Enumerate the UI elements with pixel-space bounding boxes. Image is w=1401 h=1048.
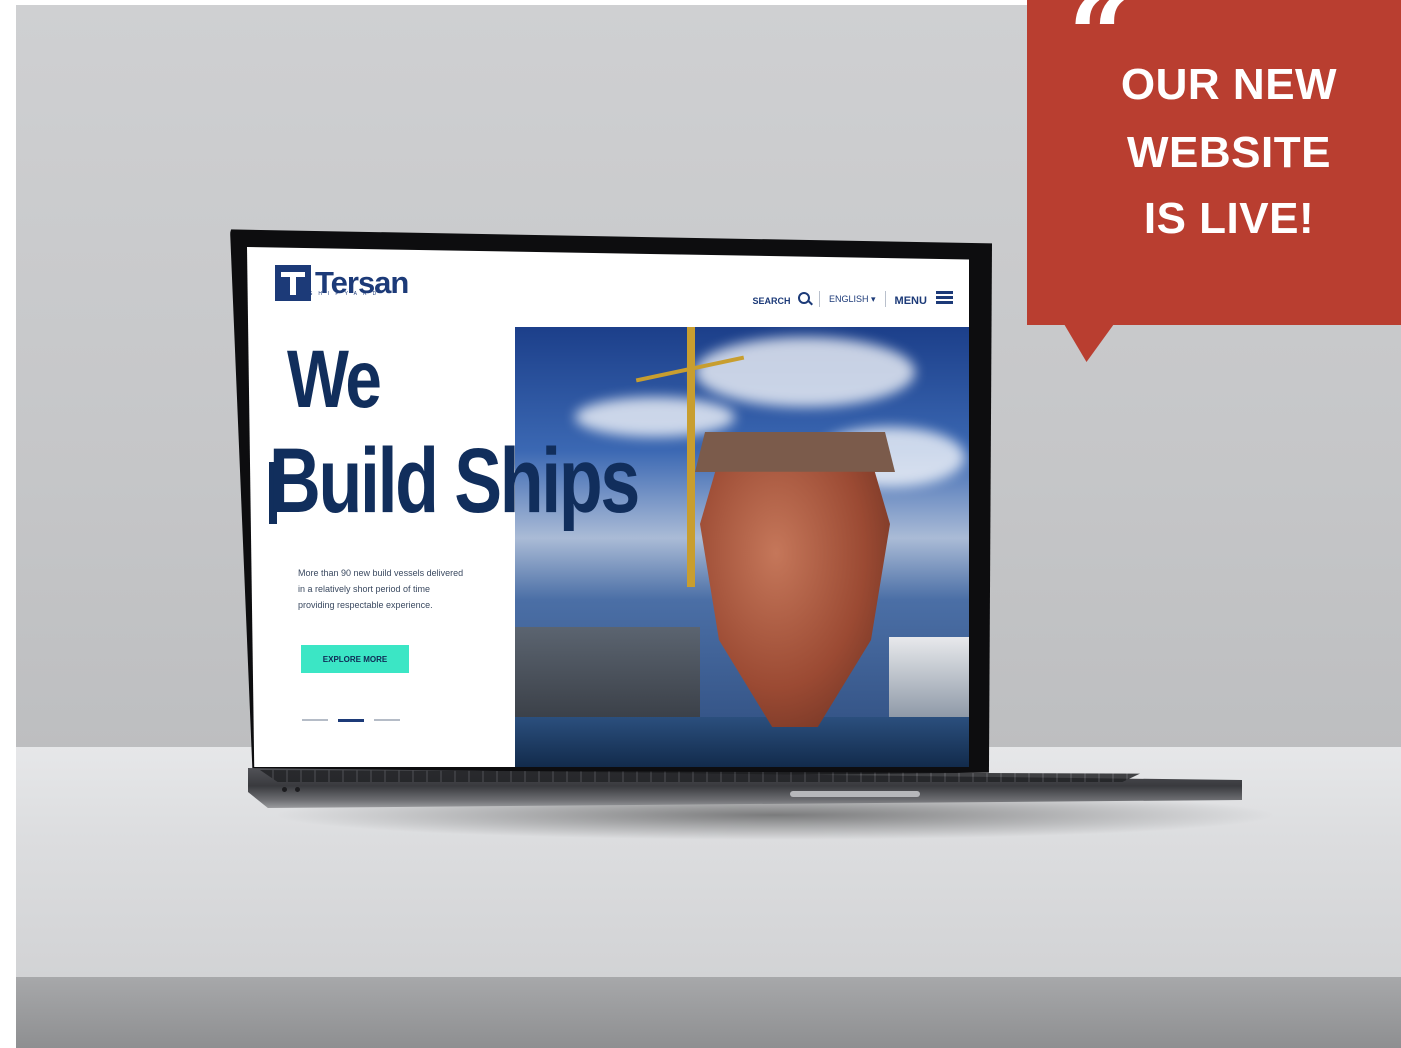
usb-port-icon — [282, 787, 287, 792]
callout-line-2: WEBSITE — [1127, 128, 1331, 177]
harbor-water — [515, 717, 969, 767]
ship-hull — [700, 471, 890, 727]
hero-headline-line1: We — [287, 334, 382, 425]
search-icon — [797, 292, 810, 304]
chevron-down-icon: ▾ — [871, 293, 876, 304]
explore-more-button[interactable]: EXPLORE MORE — [301, 645, 409, 673]
search-button[interactable]: SEARCH — [752, 292, 810, 306]
slider-dot[interactable] — [302, 719, 328, 721]
slider-dot-active[interactable] — [338, 719, 364, 722]
slider-indicators — [302, 719, 400, 722]
menu-button[interactable]: MENU — [895, 291, 953, 307]
hamburger-icon — [936, 291, 953, 304]
callout-line-1: OUR NEW — [1120, 60, 1338, 109]
hero-description: More than 90 new build vessels delivered… — [298, 568, 464, 610]
logo-subtext: SHIPYARD — [309, 291, 383, 297]
usb-port-icon — [295, 787, 300, 792]
laptop-lid-notch — [790, 791, 920, 797]
language-selector[interactable]: ENGLISH ▾ — [829, 294, 876, 305]
ship-deck — [695, 432, 895, 472]
dock-ship-right — [889, 637, 969, 717]
shelf-edge — [16, 977, 1401, 1048]
callout-line-3: IS LIVE! — [1143, 194, 1315, 243]
hero-headline-line2: Build Ships — [269, 430, 640, 532]
site-nav: SEARCH ENGLISH ▾ MENU — [752, 291, 953, 307]
nav-divider — [818, 291, 820, 307]
nav-divider — [884, 291, 886, 307]
menu-label: MENU — [894, 295, 927, 307]
search-label: SEARCH — [752, 296, 791, 306]
laptop-screen: Tersan SHIPYARD SEARCH ENGLISH ▾ MENU We… — [247, 247, 969, 767]
logo-mark-icon — [275, 265, 311, 301]
hero-ship-image — [515, 327, 969, 767]
language-label: ENGLISH — [828, 293, 869, 304]
slider-dot[interactable] — [374, 719, 400, 721]
